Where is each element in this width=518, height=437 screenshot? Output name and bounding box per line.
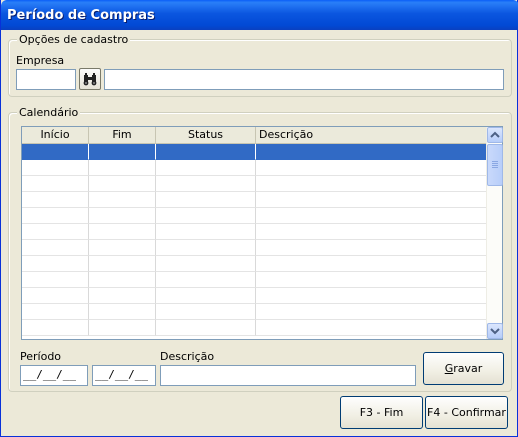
grid-vertical-scrollbar[interactable] bbox=[486, 127, 503, 339]
periodo-label: Período bbox=[20, 350, 62, 363]
grid-cell[interactable] bbox=[89, 208, 156, 224]
grid-cell[interactable] bbox=[256, 160, 487, 176]
grid-cell[interactable] bbox=[156, 320, 256, 336]
grid-cell[interactable] bbox=[22, 192, 89, 208]
grid-cell[interactable] bbox=[156, 304, 256, 320]
grid-cell[interactable] bbox=[22, 240, 89, 256]
descricao-input[interactable] bbox=[160, 365, 416, 386]
grid-cell[interactable] bbox=[22, 208, 89, 224]
grid-row[interactable] bbox=[22, 272, 487, 288]
grid-cell[interactable] bbox=[256, 176, 487, 192]
grid-cell[interactable] bbox=[156, 144, 256, 160]
column-header-fim[interactable]: Fim bbox=[89, 127, 156, 144]
grid-row[interactable] bbox=[22, 288, 487, 304]
f4-confirmar-label: F4 - Confirmar bbox=[427, 406, 506, 419]
grid-row[interactable] bbox=[22, 320, 487, 336]
grid-cell[interactable] bbox=[156, 208, 256, 224]
grid-cell[interactable] bbox=[89, 160, 156, 176]
grid-cell[interactable] bbox=[89, 304, 156, 320]
grid-cell[interactable] bbox=[89, 256, 156, 272]
grid-cell[interactable] bbox=[256, 288, 487, 304]
scroll-thumb[interactable] bbox=[487, 144, 503, 186]
grid-cell[interactable] bbox=[156, 176, 256, 192]
grid-cell[interactable] bbox=[256, 192, 487, 208]
grid-cell[interactable] bbox=[89, 144, 156, 160]
window-title: Período de Compras bbox=[7, 8, 155, 23]
grid-cell[interactable] bbox=[256, 256, 487, 272]
descricao-label: Descrição bbox=[160, 350, 215, 363]
grid-cell[interactable] bbox=[22, 288, 89, 304]
grid-cell[interactable] bbox=[22, 256, 89, 272]
f3-fim-button[interactable]: F3 - Fim bbox=[340, 396, 423, 429]
grid-row[interactable] bbox=[22, 208, 487, 224]
grid-cell[interactable] bbox=[22, 160, 89, 176]
calendar-grid[interactable]: Início Fim Status Descrição bbox=[21, 126, 503, 340]
scroll-down-button[interactable] bbox=[487, 323, 503, 339]
grid-row[interactable] bbox=[22, 256, 487, 272]
grid-cell[interactable] bbox=[22, 224, 89, 240]
chevron-up-icon bbox=[490, 131, 500, 138]
empresa-label: Empresa bbox=[16, 54, 65, 67]
grid-row[interactable] bbox=[22, 240, 487, 256]
grid-cell[interactable] bbox=[156, 256, 256, 272]
f4-confirmar-button[interactable]: F4 - Confirmar bbox=[425, 396, 508, 429]
grid-cell[interactable] bbox=[156, 192, 256, 208]
grid-cell[interactable] bbox=[256, 240, 487, 256]
grid-row[interactable] bbox=[22, 192, 487, 208]
title-bar[interactable]: Período de Compras bbox=[1, 0, 518, 30]
grid-cell[interactable] bbox=[89, 176, 156, 192]
f3-fim-label: F3 - Fim bbox=[359, 406, 404, 419]
grid-cell[interactable] bbox=[256, 320, 487, 336]
grid-cell[interactable] bbox=[89, 288, 156, 304]
grid-cell[interactable] bbox=[256, 304, 487, 320]
grid-row[interactable] bbox=[22, 160, 487, 176]
gravar-button-label: Gravar bbox=[444, 362, 483, 375]
grid-cell[interactable] bbox=[156, 240, 256, 256]
chevron-down-icon bbox=[490, 328, 500, 335]
grid-cell[interactable] bbox=[89, 320, 156, 336]
grid-cell[interactable] bbox=[156, 160, 256, 176]
grid-cell[interactable] bbox=[22, 176, 89, 192]
grid-cell[interactable] bbox=[22, 144, 89, 160]
column-header-status[interactable]: Status bbox=[156, 127, 256, 144]
grid-body[interactable] bbox=[22, 144, 487, 339]
periodo-end-input[interactable]: __/__/__ bbox=[92, 365, 156, 386]
grid-row[interactable] bbox=[22, 224, 487, 240]
grid-cell[interactable] bbox=[256, 144, 487, 160]
grid-cell[interactable] bbox=[22, 304, 89, 320]
grid-header: Início Fim Status Descrição bbox=[22, 127, 487, 144]
grid-cell[interactable] bbox=[89, 224, 156, 240]
periodo-compras-window: Período de Compras Opções de cadastro Em… bbox=[0, 0, 518, 437]
column-header-inicio[interactable]: Início bbox=[22, 127, 89, 144]
grid-cell[interactable] bbox=[256, 208, 487, 224]
grid-cell[interactable] bbox=[156, 272, 256, 288]
empresa-code-input[interactable] bbox=[16, 69, 76, 90]
grid-cell[interactable] bbox=[156, 288, 256, 304]
grid-cell[interactable] bbox=[22, 272, 89, 288]
search-empresa-button[interactable] bbox=[79, 68, 101, 90]
calendario-legend: Calendário bbox=[17, 106, 81, 119]
grid-row[interactable] bbox=[22, 304, 487, 320]
grid-cell[interactable] bbox=[256, 224, 487, 240]
scroll-up-button[interactable] bbox=[487, 127, 503, 143]
grid-cell[interactable] bbox=[156, 224, 256, 240]
grid-cell[interactable] bbox=[256, 272, 487, 288]
periodo-start-input[interactable]: __/__/__ bbox=[20, 365, 88, 386]
grid-cell[interactable] bbox=[89, 272, 156, 288]
grid-row-selected[interactable] bbox=[22, 144, 487, 160]
empresa-name-field[interactable] bbox=[104, 69, 504, 90]
gravar-button[interactable]: Gravar bbox=[423, 352, 504, 385]
cadastro-legend: Opções de cadastro bbox=[17, 33, 131, 46]
column-header-descricao[interactable]: Descrição bbox=[256, 127, 487, 144]
grid-row[interactable] bbox=[22, 176, 487, 192]
grid-cell[interactable] bbox=[89, 192, 156, 208]
grid-cell[interactable] bbox=[22, 320, 89, 336]
binoculars-icon bbox=[83, 73, 97, 86]
grid-cell[interactable] bbox=[89, 240, 156, 256]
